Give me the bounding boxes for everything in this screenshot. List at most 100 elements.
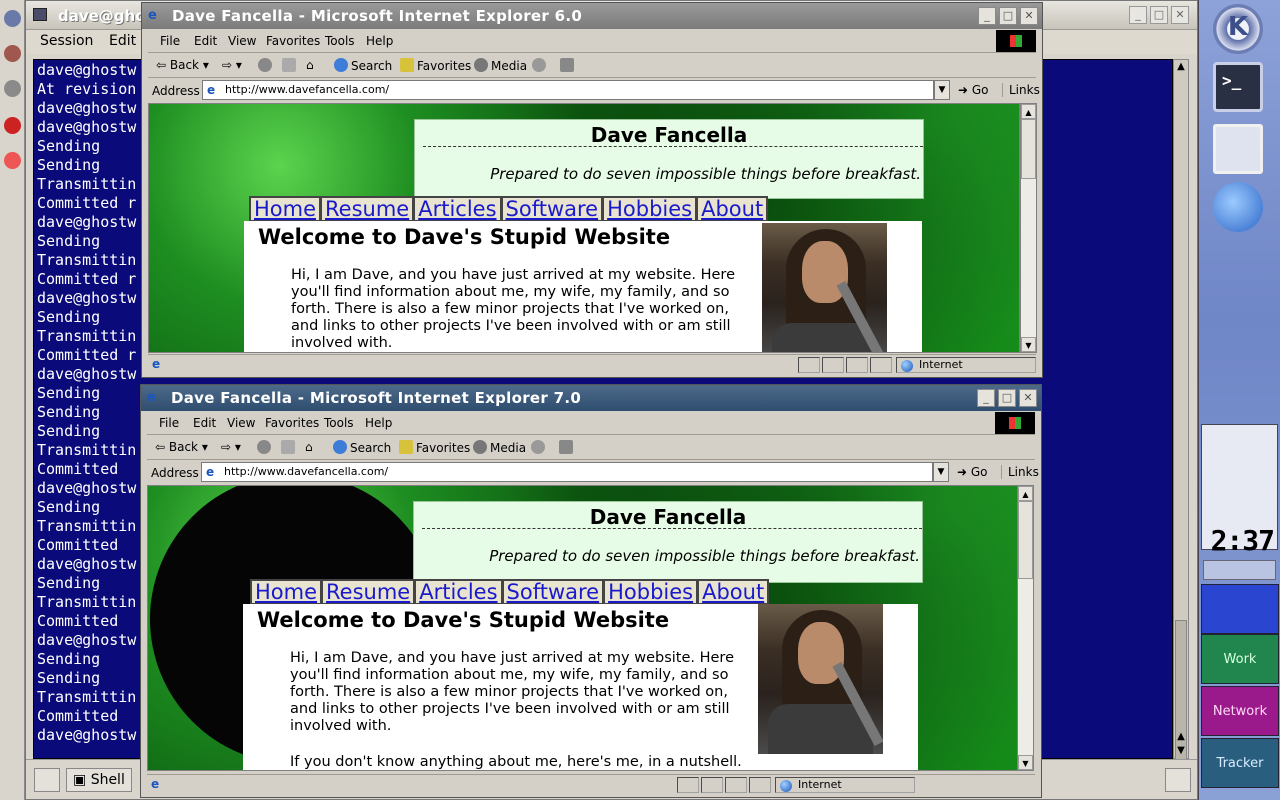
nav-about[interactable]: About bbox=[697, 579, 770, 605]
desktop-pager-current[interactable] bbox=[1201, 584, 1279, 634]
menu-favorites[interactable]: Favorites bbox=[265, 416, 319, 430]
launcher-icon-1[interactable] bbox=[4, 10, 21, 27]
scroll-down-arrow-icon[interactable]: ▼ bbox=[1021, 337, 1036, 352]
search-button[interactable]: Search bbox=[334, 58, 392, 73]
launcher-icon-2[interactable] bbox=[4, 45, 21, 62]
menu-view[interactable]: View bbox=[227, 416, 255, 430]
desktop-work[interactable]: Work bbox=[1201, 634, 1279, 684]
history-button[interactable] bbox=[532, 58, 549, 73]
page-scrollbar[interactable]: ▲ ▼ bbox=[1017, 485, 1034, 771]
nav-articles[interactable]: Articles bbox=[414, 579, 502, 605]
menu-tools[interactable]: Tools bbox=[324, 416, 354, 430]
menu-session[interactable]: Session bbox=[40, 33, 93, 49]
print-button[interactable] bbox=[559, 440, 576, 455]
home-button[interactable]: ⌂ bbox=[306, 58, 314, 72]
scroll-thumb[interactable] bbox=[1018, 501, 1033, 579]
menu-tools[interactable]: Tools bbox=[325, 34, 355, 48]
close-button[interactable]: ✕ bbox=[1171, 6, 1189, 24]
close-session-button[interactable] bbox=[1165, 768, 1191, 792]
menu-file[interactable]: File bbox=[160, 34, 180, 48]
address-dropdown-button[interactable]: ▼ bbox=[933, 462, 949, 482]
window-list-icon[interactable] bbox=[1213, 124, 1263, 174]
menu-help[interactable]: Help bbox=[366, 34, 393, 48]
launcher-icon-4[interactable] bbox=[4, 117, 21, 134]
refresh-button[interactable] bbox=[282, 58, 299, 73]
links-button[interactable]: Links bbox=[1002, 83, 1040, 97]
search-button[interactable]: Search bbox=[333, 440, 391, 455]
maximize-button[interactable]: □ bbox=[1150, 6, 1168, 24]
page-viewport[interactable]: Dave Fancella Prepared to do seven impos… bbox=[147, 485, 1019, 771]
maximize-button[interactable]: □ bbox=[999, 7, 1017, 25]
nav-resume[interactable]: Resume bbox=[320, 196, 414, 222]
nav-hobbies[interactable]: Hobbies bbox=[602, 196, 697, 222]
menu-edit[interactable]: Edit bbox=[193, 416, 216, 430]
ie7-titlebar[interactable]: e Dave Fancella - Microsoft Internet Exp… bbox=[141, 385, 1041, 411]
minimize-button[interactable]: _ bbox=[978, 7, 996, 25]
launcher-icon-3[interactable] bbox=[4, 80, 21, 97]
menu-favorites[interactable]: Favorites bbox=[266, 34, 320, 48]
back-button[interactable]: ⇦ Back ▾ bbox=[156, 58, 209, 72]
forward-button[interactable]: ⇨ ▾ bbox=[221, 440, 241, 454]
nav-software[interactable]: Software bbox=[501, 579, 604, 605]
address-input[interactable]: e http://www.davefancella.com/ bbox=[201, 462, 933, 482]
go-button[interactable]: ➜ Go bbox=[958, 83, 989, 97]
address-input[interactable]: e http://www.davefancella.com/ bbox=[202, 80, 934, 100]
scroll-up-arrow-icon[interactable]: ▲ bbox=[1174, 60, 1188, 74]
address-bar: Address e http://www.davefancella.com/ ▼… bbox=[147, 460, 1039, 485]
print-button[interactable] bbox=[560, 58, 577, 73]
scroll-down-arrow-icon[interactable]: ▼ bbox=[1174, 744, 1188, 758]
scroll-down-arrow-icon[interactable]: ▼ bbox=[1018, 755, 1033, 770]
stop-button[interactable] bbox=[257, 440, 274, 455]
minimize-button[interactable]: _ bbox=[977, 389, 995, 407]
page-viewport[interactable]: Dave Fancella Prepared to do seven impos… bbox=[148, 103, 1020, 353]
stop-button[interactable] bbox=[258, 58, 275, 73]
nav-hobbies[interactable]: Hobbies bbox=[603, 579, 698, 605]
nav-home[interactable]: Home bbox=[250, 579, 322, 605]
maximize-button[interactable]: □ bbox=[998, 389, 1016, 407]
nav-home[interactable]: Home bbox=[249, 196, 321, 222]
menu-edit[interactable]: Edit bbox=[194, 34, 217, 48]
kde-menu-icon[interactable]: K bbox=[1213, 4, 1263, 54]
terminal-scrollbar[interactable]: ▲ ▲ ▼ bbox=[1173, 59, 1189, 780]
lock-logout-buttons[interactable] bbox=[1203, 560, 1276, 580]
scroll-up-arrow-icon[interactable]: ▲ bbox=[1174, 730, 1188, 744]
menu-help[interactable]: Help bbox=[365, 416, 392, 430]
browser-launcher-icon[interactable] bbox=[1213, 182, 1263, 232]
scroll-up-arrow-icon[interactable]: ▲ bbox=[1018, 486, 1033, 501]
ie6-titlebar[interactable]: e Dave Fancella - Microsoft Internet Exp… bbox=[142, 3, 1042, 29]
media-button[interactable]: Media bbox=[473, 440, 526, 455]
close-button[interactable]: ✕ bbox=[1019, 389, 1037, 407]
menu-view[interactable]: View bbox=[228, 34, 256, 48]
launcher-icon-5[interactable] bbox=[4, 152, 21, 169]
konsole-launcher-icon[interactable]: >_ bbox=[1213, 62, 1263, 112]
favorites-button[interactable]: Favorites bbox=[399, 440, 470, 455]
scroll-up-arrow-icon[interactable]: ▲ bbox=[1021, 104, 1036, 119]
history-button[interactable] bbox=[531, 440, 548, 455]
back-button[interactable]: ⇦ Back ▾ bbox=[155, 440, 208, 454]
desktop-tracker[interactable]: Tracker bbox=[1201, 738, 1279, 788]
nav-software[interactable]: Software bbox=[500, 196, 603, 222]
forward-button[interactable]: ⇨ ▾ bbox=[222, 58, 242, 72]
panel-clock[interactable]: 2:37 bbox=[1211, 524, 1275, 557]
nav-articles[interactable]: Articles bbox=[413, 196, 501, 222]
desktop-network[interactable]: Network bbox=[1201, 686, 1279, 736]
refresh-button[interactable] bbox=[281, 440, 298, 455]
terminal-line: Sending bbox=[37, 498, 101, 516]
favorites-button[interactable]: Favorites bbox=[400, 58, 471, 73]
nav-about[interactable]: About bbox=[696, 196, 769, 222]
media-button[interactable]: Media bbox=[474, 58, 527, 73]
nav-resume[interactable]: Resume bbox=[321, 579, 415, 605]
close-button[interactable]: ✕ bbox=[1020, 7, 1038, 25]
links-button[interactable]: Links bbox=[1001, 465, 1039, 479]
minimize-button[interactable]: _ bbox=[1129, 6, 1147, 24]
scroll-thumb[interactable] bbox=[1021, 119, 1036, 179]
go-button[interactable]: ➜ Go bbox=[957, 465, 988, 479]
globe-icon bbox=[901, 360, 913, 372]
menu-file[interactable]: File bbox=[159, 416, 179, 430]
session-tab-shell[interactable]: ▣ Shell bbox=[66, 768, 132, 792]
page-scrollbar[interactable]: ▲ ▼ bbox=[1020, 103, 1037, 353]
home-button[interactable]: ⌂ bbox=[305, 440, 313, 454]
new-session-button[interactable] bbox=[34, 768, 60, 792]
menu-edit[interactable]: Edit bbox=[109, 33, 136, 49]
address-dropdown-button[interactable]: ▼ bbox=[934, 80, 950, 100]
